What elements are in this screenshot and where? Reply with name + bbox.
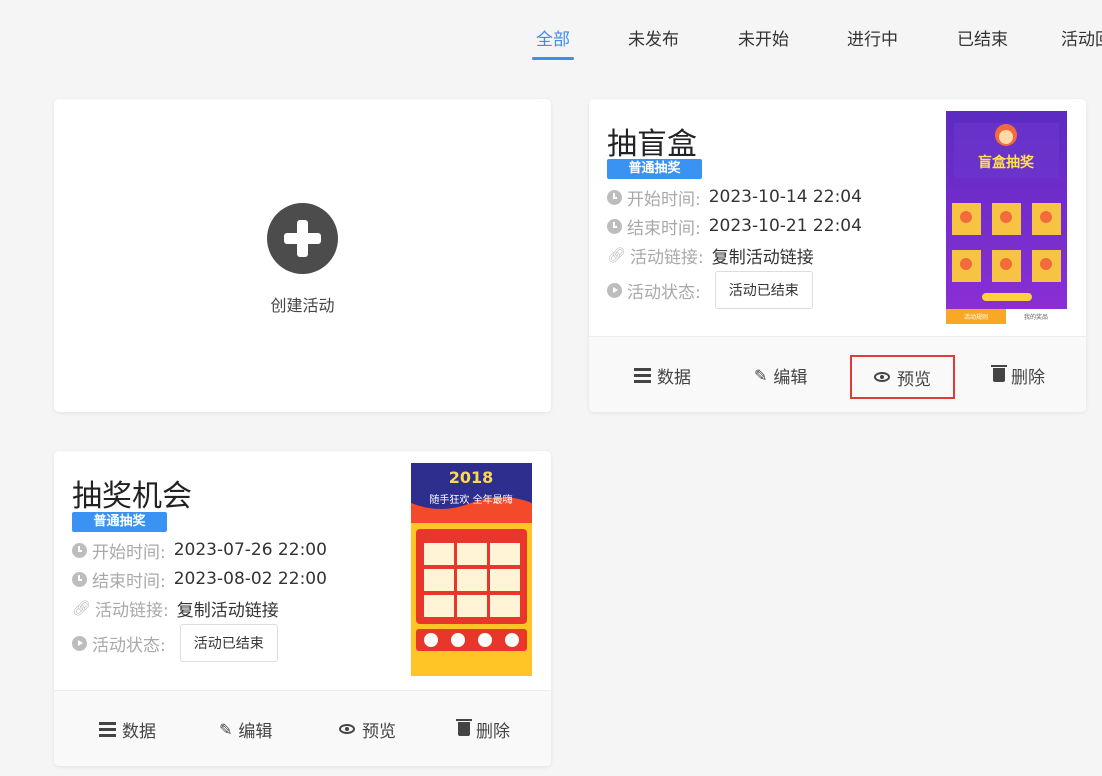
eye-icon [339, 724, 355, 734]
data-button-label: 数据 [122, 721, 156, 742]
edit-button[interactable]: ✎ 编辑 [219, 713, 272, 745]
card-actions: 数据 ✎ 编辑 预览 删除 [54, 690, 551, 766]
status-tabs: 全部 未发布 未开始 进行中 已结束 活动回 [0, 0, 1102, 75]
tab-in-progress[interactable]: 进行中 [847, 25, 898, 61]
clock-icon [72, 571, 87, 587]
activity-title: 抽奖机会 [72, 479, 192, 514]
status-label: 活动状态: [92, 635, 166, 656]
copy-link-button[interactable]: 复制活动链接 [712, 243, 814, 268]
delete-button-label: 删除 [476, 721, 510, 742]
thumbnail-year: 2018 [449, 468, 494, 487]
end-time-value: 2023-10-21 22:04 [708, 216, 862, 236]
activity-type-badge: 普通抽奖 [72, 512, 167, 532]
tab-not-started[interactable]: 未开始 [738, 25, 789, 61]
delete-button[interactable]: 删除 [456, 713, 510, 745]
start-time-label: 开始时间: [627, 189, 701, 210]
create-activity-card[interactable]: 创建活动 [54, 99, 551, 412]
status-badge: 活动已结束 [714, 271, 813, 309]
data-button[interactable]: 数据 [99, 713, 156, 745]
trash-icon [456, 719, 472, 736]
play-icon [607, 282, 622, 298]
end-time-label: 结束时间: [627, 218, 701, 239]
end-time-row: 结束时间: 2023-10-21 22:04 [607, 214, 862, 239]
preview-button-label: 预览 [362, 721, 396, 742]
activity-card: 抽盲盒 普通抽奖 开始时间: 2023-10-14 22:04 结束时间: 20… [589, 99, 1086, 412]
status-row: 活动状态: 活动已结束 [607, 271, 813, 309]
thumbnail-text: 盲盒抽奖 [978, 154, 1035, 171]
start-time-row: 开始时间: 2023-10-14 22:04 [607, 185, 862, 210]
preview-button-label: 预览 [897, 369, 931, 390]
copy-link-button[interactable]: 复制活动链接 [177, 596, 279, 621]
plus-circle-icon[interactable] [267, 203, 338, 274]
thumbnail-tab-rules: 活动规则 [964, 313, 988, 321]
activity-type-badge: 普通抽奖 [607, 159, 702, 179]
activity-card: 抽奖机会 普通抽奖 开始时间: 2023-07-26 22:00 结束时间: 2… [54, 451, 551, 766]
data-button-label: 数据 [657, 367, 691, 388]
clock-icon [607, 218, 622, 234]
end-time-value: 2023-08-02 22:00 [173, 569, 327, 589]
end-time-label: 结束时间: [92, 571, 166, 592]
play-icon [72, 635, 87, 651]
start-time-label: 开始时间: [92, 542, 166, 563]
link-row: 🔗︎ 活动链接: 复制活动链接 [607, 243, 814, 268]
clock-icon [72, 542, 87, 558]
tab-all[interactable]: 全部 [532, 25, 574, 61]
start-time-value: 2023-07-26 22:00 [173, 540, 327, 560]
thumbnail-text: 随手狂欢 全年最嗨 [429, 493, 512, 506]
link-label: 活动链接: [630, 247, 704, 268]
list-icon [99, 721, 116, 737]
trash-icon [991, 365, 1007, 382]
link-row: 🔗︎ 活动链接: 复制活动链接 [72, 596, 279, 621]
list-icon [634, 367, 651, 383]
clock-icon [607, 189, 622, 205]
data-button[interactable]: 数据 [634, 359, 691, 391]
create-activity-label: 创建活动 [270, 296, 335, 315]
delete-button-label: 删除 [1011, 367, 1045, 388]
card-actions: 数据 ✎ 编辑 预览 删除 [589, 336, 1086, 412]
activity-title: 抽盲盒 [607, 127, 697, 162]
thumbnail-tab-prizes: 我的奖品 [1024, 313, 1048, 321]
edit-icon: ✎ [219, 719, 233, 739]
tab-ended[interactable]: 已结束 [957, 25, 1008, 61]
status-badge: 活动已结束 [179, 624, 278, 662]
preview-button[interactable]: 预览 [339, 713, 396, 745]
link-label: 活动链接: [95, 600, 169, 621]
status-row: 活动状态: 活动已结束 [72, 624, 278, 662]
delete-button[interactable]: 删除 [991, 359, 1045, 391]
edit-button-label: 编辑 [238, 721, 273, 742]
edit-icon: ✎ [754, 365, 768, 385]
link-icon: 🔗︎ [607, 246, 627, 264]
start-time-value: 2023-10-14 22:04 [708, 187, 862, 207]
edit-button[interactable]: ✎ 编辑 [754, 359, 807, 391]
link-icon: 🔗︎ [72, 599, 92, 617]
start-time-row: 开始时间: 2023-07-26 22:00 [72, 538, 327, 563]
activity-thumbnail: 2018 随手狂欢 全年最嗨 [411, 463, 532, 676]
status-label: 活动状态: [627, 282, 701, 303]
activity-thumbnail: 盲盒抽奖 活动规则 我的奖品 [946, 111, 1067, 324]
end-time-row: 结束时间: 2023-08-02 22:00 [72, 567, 327, 592]
preview-button[interactable]: 预览 [850, 355, 955, 399]
tab-unpublished[interactable]: 未发布 [628, 25, 679, 61]
edit-button-label: 编辑 [773, 367, 808, 388]
eye-icon [874, 372, 890, 382]
tab-recycle[interactable]: 活动回 [1061, 25, 1102, 61]
